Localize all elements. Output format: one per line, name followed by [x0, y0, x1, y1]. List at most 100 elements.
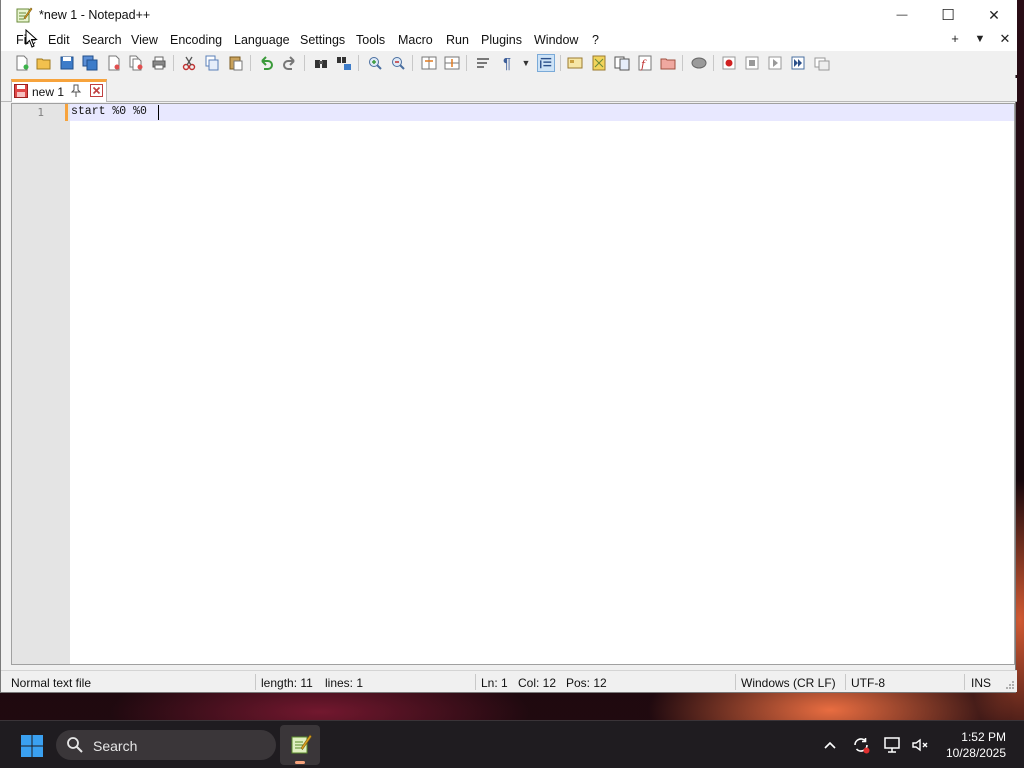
taskbar-search-box[interactable]: Search: [56, 730, 276, 760]
print-icon[interactable]: [150, 54, 168, 72]
sync-vertical-icon[interactable]: [420, 54, 438, 72]
toolbar-separator: [560, 55, 561, 71]
menu-plugins[interactable]: Plugins: [480, 33, 523, 47]
save-all-icon[interactable]: [81, 54, 99, 72]
search-icon: [67, 737, 83, 753]
close-file-icon[interactable]: [105, 54, 123, 72]
title-bar[interactable]: *new 1 - Notepad++ — ☐ ✕: [1, 0, 1017, 30]
copy-icon[interactable]: [203, 54, 221, 72]
status-pos: Pos: 12: [566, 676, 607, 690]
clock-time: 1:52 PM: [961, 730, 1006, 744]
code-line[interactable]: start %0 %0: [71, 105, 147, 118]
close-icon: ✕: [988, 6, 1000, 23]
run-macro-multiple-icon[interactable]: [789, 54, 807, 72]
menu-encoding[interactable]: Encoding: [169, 33, 223, 47]
minimize-button[interactable]: —: [879, 0, 925, 30]
folder-workspace-icon[interactable]: f: [636, 54, 654, 72]
notepadpp-taskbar-icon: [291, 734, 312, 754]
status-separator: [964, 674, 965, 690]
show-chars-dropdown-icon[interactable]: ▼: [517, 54, 535, 72]
tray-network-icon[interactable]: [883, 735, 903, 755]
zoom-out-icon[interactable]: [389, 54, 407, 72]
status-ln: Ln: 1: [481, 676, 508, 690]
stop-macro-icon[interactable]: [743, 54, 761, 72]
find-icon[interactable]: [312, 54, 330, 72]
user-language-icon[interactable]: [566, 54, 584, 72]
text-editor[interactable]: 1 start %0 %0: [11, 103, 1015, 665]
status-encoding[interactable]: UTF-8: [851, 676, 885, 690]
cut-icon[interactable]: [180, 54, 198, 72]
open-file-icon[interactable]: [35, 54, 53, 72]
taskbar-notepadpp-button[interactable]: [280, 725, 320, 765]
menu-bar: File Edit Search View Encoding Language …: [1, 30, 1017, 51]
menu-search[interactable]: Search: [81, 33, 123, 47]
doc-list-icon[interactable]: [659, 54, 677, 72]
redo-icon[interactable]: [281, 54, 299, 72]
status-separator: [845, 674, 846, 690]
word-wrap-icon[interactable]: [474, 54, 492, 72]
tab-close-icon[interactable]: [90, 84, 103, 97]
monitoring-icon[interactable]: [690, 54, 708, 72]
paste-icon[interactable]: [227, 54, 245, 72]
close-document-icon[interactable]: ✕: [996, 31, 1014, 47]
close-window-button[interactable]: ✕: [971, 0, 1017, 30]
tab-new-1[interactable]: new 1: [11, 79, 107, 102]
sync-horizontal-icon[interactable]: [443, 54, 461, 72]
zoom-in-icon[interactable]: [366, 54, 384, 72]
status-col: Col: 12: [518, 676, 557, 690]
status-lines: lines: 1: [325, 676, 364, 690]
save-icon[interactable]: [58, 54, 76, 72]
notepadpp-window: *new 1 - Notepad++ — ☐ ✕ File Edit Searc…: [0, 0, 1017, 693]
new-file-icon[interactable]: [13, 54, 31, 72]
play-macro-icon[interactable]: [766, 54, 784, 72]
toolbar-separator: [304, 55, 305, 71]
tray-overflow-chevron-icon[interactable]: [820, 735, 840, 755]
menu-window[interactable]: Window: [533, 33, 579, 47]
status-eol[interactable]: Windows (CR LF): [741, 676, 836, 690]
toolbar-separator: [358, 55, 359, 71]
resize-grip-icon[interactable]: [1005, 680, 1015, 690]
maximize-button[interactable]: ☐: [925, 0, 971, 30]
record-macro-icon[interactable]: [720, 54, 738, 72]
status-file-type: Normal text file: [11, 676, 92, 690]
undo-icon[interactable]: [257, 54, 275, 72]
status-insert-mode[interactable]: INS: [971, 676, 991, 690]
text-caret: [158, 105, 159, 120]
toolbar-separator: [412, 55, 413, 71]
tab-list-dropdown-icon[interactable]: ▼: [971, 33, 989, 45]
toolbar: ¶ ▼ f: [1, 51, 1017, 75]
line-number: 1: [37, 106, 44, 119]
clock-date: 10/28/2025: [945, 746, 1006, 760]
menu-run[interactable]: Run: [445, 33, 470, 47]
show-all-chars-icon[interactable]: ¶: [498, 54, 516, 72]
menu-edit[interactable]: Edit: [47, 33, 71, 47]
menu-tools[interactable]: Tools: [355, 33, 386, 47]
status-separator: [735, 674, 736, 690]
close-all-icon[interactable]: [127, 54, 145, 72]
tray-volume-muted-icon[interactable]: [910, 735, 930, 755]
menu-help[interactable]: ?: [591, 33, 600, 47]
menu-settings[interactable]: Settings: [299, 33, 346, 47]
taskbar: Search 1:52 PM 10/28/2025: [0, 720, 1024, 768]
menu-view[interactable]: View: [130, 33, 159, 47]
toolbar-separator: [713, 55, 714, 71]
doc-map-icon[interactable]: [590, 54, 608, 72]
taskbar-clock[interactable]: 1:52 PM 10/28/2025: [946, 729, 1006, 761]
menu-macro[interactable]: Macro: [397, 33, 434, 47]
replace-icon[interactable]: [335, 54, 353, 72]
toolbar-separator: [173, 55, 174, 71]
windows-start-icon[interactable]: [20, 734, 44, 758]
status-separator: [255, 674, 256, 690]
save-macro-icon[interactable]: [813, 54, 831, 72]
line-number-gutter: 1: [12, 104, 70, 664]
pin-icon[interactable]: [70, 84, 82, 98]
indent-guide-icon[interactable]: [537, 54, 555, 72]
toolbar-separator: [250, 55, 251, 71]
search-label: Search: [93, 738, 138, 754]
function-list-icon[interactable]: [613, 54, 631, 72]
menu-language[interactable]: Language: [233, 33, 291, 47]
new-tab-plus-icon[interactable]: +: [946, 31, 964, 46]
status-separator: [475, 674, 476, 690]
tray-sync-icon[interactable]: [851, 735, 871, 755]
minimize-icon: —: [896, 9, 908, 21]
